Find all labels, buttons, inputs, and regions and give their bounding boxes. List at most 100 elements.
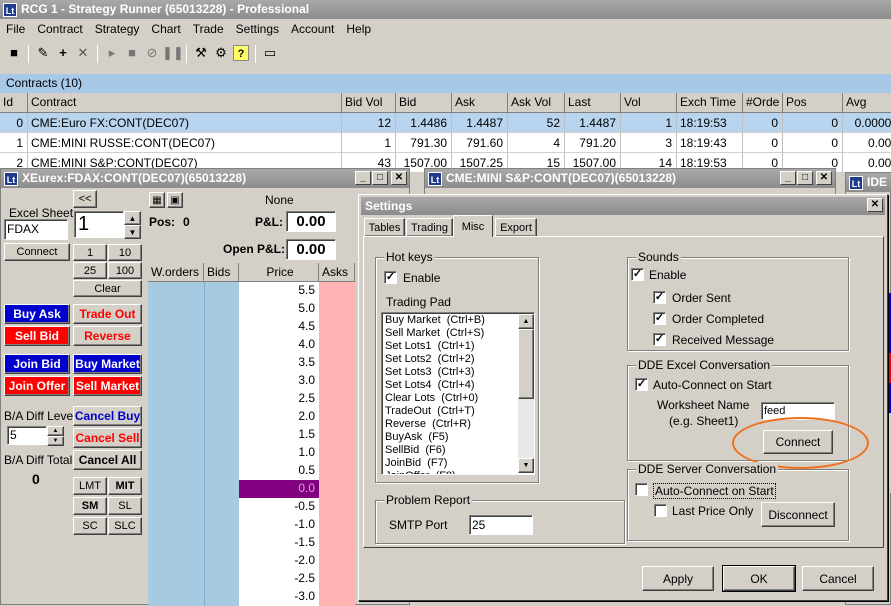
maximize-button[interactable]: □ — [372, 171, 388, 185]
cancel-sell-button[interactable]: Cancel Sell — [73, 428, 142, 448]
close-button[interactable]: ✕ — [391, 171, 407, 185]
scroll-thumb[interactable] — [518, 329, 534, 399]
hotkey-item[interactable]: Reverse (Ctrl+R) — [385, 418, 485, 431]
hotkey-item[interactable]: SellBid (F6) — [385, 444, 485, 457]
hotkey-item[interactable]: Clear Lots (Ctrl+0) — [385, 392, 485, 405]
join-offer-button[interactable]: Join Offer — [4, 376, 70, 396]
collapse-button[interactable]: << — [73, 190, 97, 208]
connect-button[interactable]: Connect — [4, 243, 70, 261]
menu-strategy[interactable]: Strategy — [95, 22, 140, 36]
hotkey-item[interactable]: JoinOffer (F8) — [385, 470, 485, 474]
settings-icon[interactable]: ⚙ — [211, 43, 231, 63]
help-icon[interactable]: ? — [233, 45, 249, 61]
hotkey-item[interactable]: Set Lots3 (Ctrl+3) — [385, 366, 485, 379]
tab-trading[interactable]: Trading — [406, 218, 453, 236]
ba-spin-down[interactable]: ▼ — [47, 436, 64, 446]
table-row[interactable]: 1 CME:MINI RUSSE:CONT(DEC07) 1 791.30 791.60… — [0, 133, 891, 153]
lots-spin-up[interactable]: ▲ — [124, 211, 141, 225]
hotkeys-enable-checkbox[interactable]: ✓ — [384, 271, 397, 284]
hotkeys-scrollbar[interactable]: ▲ ▼ — [518, 314, 534, 473]
cancel-button[interactable]: Cancel — [802, 566, 874, 591]
tools-icon[interactable]: ⚒ — [191, 43, 211, 63]
slc-button[interactable]: SLC — [108, 517, 142, 535]
menu-help[interactable]: Help — [346, 22, 371, 36]
contracts-col-0[interactable]: Id — [0, 93, 28, 113]
contracts-col-6[interactable]: Last — [565, 93, 621, 113]
hotkey-item[interactable]: Set Lots1 (Ctrl+1) — [385, 340, 485, 353]
qty-1-button[interactable]: 1 — [73, 244, 107, 261]
sell-bid-button[interactable]: Sell Bid — [4, 326, 70, 346]
close-button[interactable]: ✕ — [816, 171, 832, 185]
contracts-col-2[interactable]: Bid Vol — [342, 93, 396, 113]
contracts-col-9[interactable]: #Orde — [743, 93, 783, 113]
new-icon[interactable]: ✎ — [33, 43, 53, 63]
save-icon[interactable]: ■ — [4, 43, 24, 63]
buy-market-button[interactable]: Buy Market — [73, 354, 142, 374]
tab-misc[interactable]: Misc — [453, 215, 493, 237]
sm-button[interactable]: SM — [73, 497, 107, 515]
keyboard-icon[interactable]: ▭ — [260, 43, 280, 63]
contracts-col-5[interactable]: Ask Vol — [508, 93, 565, 113]
buy-ask-button[interactable]: Buy Ask — [4, 304, 70, 324]
hotkey-item[interactable]: JoinBid (F7) — [385, 457, 485, 470]
contracts-col-7[interactable]: Vol — [621, 93, 677, 113]
trade-out-button[interactable]: Trade Out — [73, 304, 142, 324]
smtp-port-input[interactable]: 25 — [469, 515, 533, 535]
maximize-button[interactable]: □ — [797, 171, 813, 185]
qty-100-button[interactable]: 100 — [108, 262, 142, 279]
chart-window-icon[interactable]: ▣ — [167, 192, 183, 208]
ladder-bids-column[interactable] — [204, 282, 239, 606]
contracts-col-3[interactable]: Bid — [396, 93, 452, 113]
contracts-col-4[interactable]: Ask — [452, 93, 508, 113]
join-bid-button[interactable]: Join Bid — [4, 354, 70, 374]
hotkeys-list[interactable]: Buy Market (Ctrl+B) Sell Market (Ctrl+S) S… — [381, 312, 535, 475]
apply-button[interactable]: Apply — [642, 566, 714, 591]
play-icon[interactable]: ▸ — [102, 43, 122, 63]
hotkey-item[interactable]: BuyAsk (F5) — [385, 431, 485, 444]
scroll-down-button[interactable]: ▼ — [518, 458, 534, 473]
hotkey-item[interactable]: Set Lots2 (Ctrl+2) — [385, 353, 485, 366]
scroll-up-button[interactable]: ▲ — [518, 314, 534, 329]
minimize-button[interactable]: _ — [780, 171, 796, 185]
qty-25-button[interactable]: 25 — [73, 262, 107, 279]
stop-icon[interactable]: ■ — [122, 43, 142, 63]
menu-settings[interactable]: Settings — [236, 22, 279, 36]
reverse-button[interactable]: Reverse — [73, 326, 142, 346]
chart-icon[interactable]: ▦ — [149, 192, 165, 208]
sl-button[interactable]: SL — [108, 497, 142, 515]
cancel-all-button[interactable]: Cancel All — [73, 450, 142, 470]
menu-contract[interactable]: Contract — [37, 22, 82, 36]
lmt-button[interactable]: LMT — [73, 477, 107, 495]
hotkey-item[interactable]: Set Lots4 (Ctrl+4) — [385, 379, 485, 392]
lots-spin-down[interactable]: ▼ — [124, 225, 141, 239]
menu-account[interactable]: Account — [291, 22, 334, 36]
ladder-asks-column[interactable] — [319, 282, 355, 606]
ladder-worders-column[interactable] — [148, 282, 204, 606]
last-price-only-checkbox[interactable] — [654, 504, 667, 517]
contracts-col-11[interactable]: Avg — [843, 93, 891, 113]
remove-icon[interactable]: ✕ — [73, 43, 93, 63]
lots-input[interactable]: 1 — [74, 211, 124, 238]
contracts-col-1[interactable]: Contract — [28, 93, 342, 113]
ok-button[interactable]: OK — [722, 565, 796, 592]
hotkey-item[interactable]: TradeOut (Ctrl+T) — [385, 405, 485, 418]
sounds-enable-checkbox[interactable]: ✓ — [631, 268, 644, 281]
qty-10-button[interactable]: 10 — [108, 244, 142, 261]
received-message-checkbox[interactable]: ✓ — [653, 333, 666, 346]
ba-diff-level-input[interactable]: 5 — [7, 426, 47, 445]
hotkey-item[interactable]: Sell Market (Ctrl+S) — [385, 327, 485, 340]
ba-spin-up[interactable]: ▲ — [47, 426, 64, 436]
cancel-icon[interactable]: ⊘ — [142, 43, 162, 63]
contracts-col-10[interactable]: Pos — [783, 93, 843, 113]
menu-chart[interactable]: Chart — [151, 22, 180, 36]
order-completed-checkbox[interactable]: ✓ — [653, 312, 666, 325]
contracts-col-8[interactable]: Exch Time — [677, 93, 743, 113]
menu-trade[interactable]: Trade — [193, 22, 224, 36]
tab-export[interactable]: Export — [495, 218, 537, 236]
menu-file[interactable]: File — [6, 22, 25, 36]
clear-button[interactable]: Clear — [73, 280, 142, 297]
order-sent-checkbox[interactable]: ✓ — [653, 291, 666, 304]
table-row[interactable]: 0 CME:Euro FX:CONT(DEC07) 12 1.4486 1.4487 52… — [0, 113, 891, 133]
dde-excel-autoconnect-checkbox[interactable]: ✓ — [635, 378, 648, 391]
excel-sheet-input[interactable]: FDAX — [4, 219, 68, 240]
